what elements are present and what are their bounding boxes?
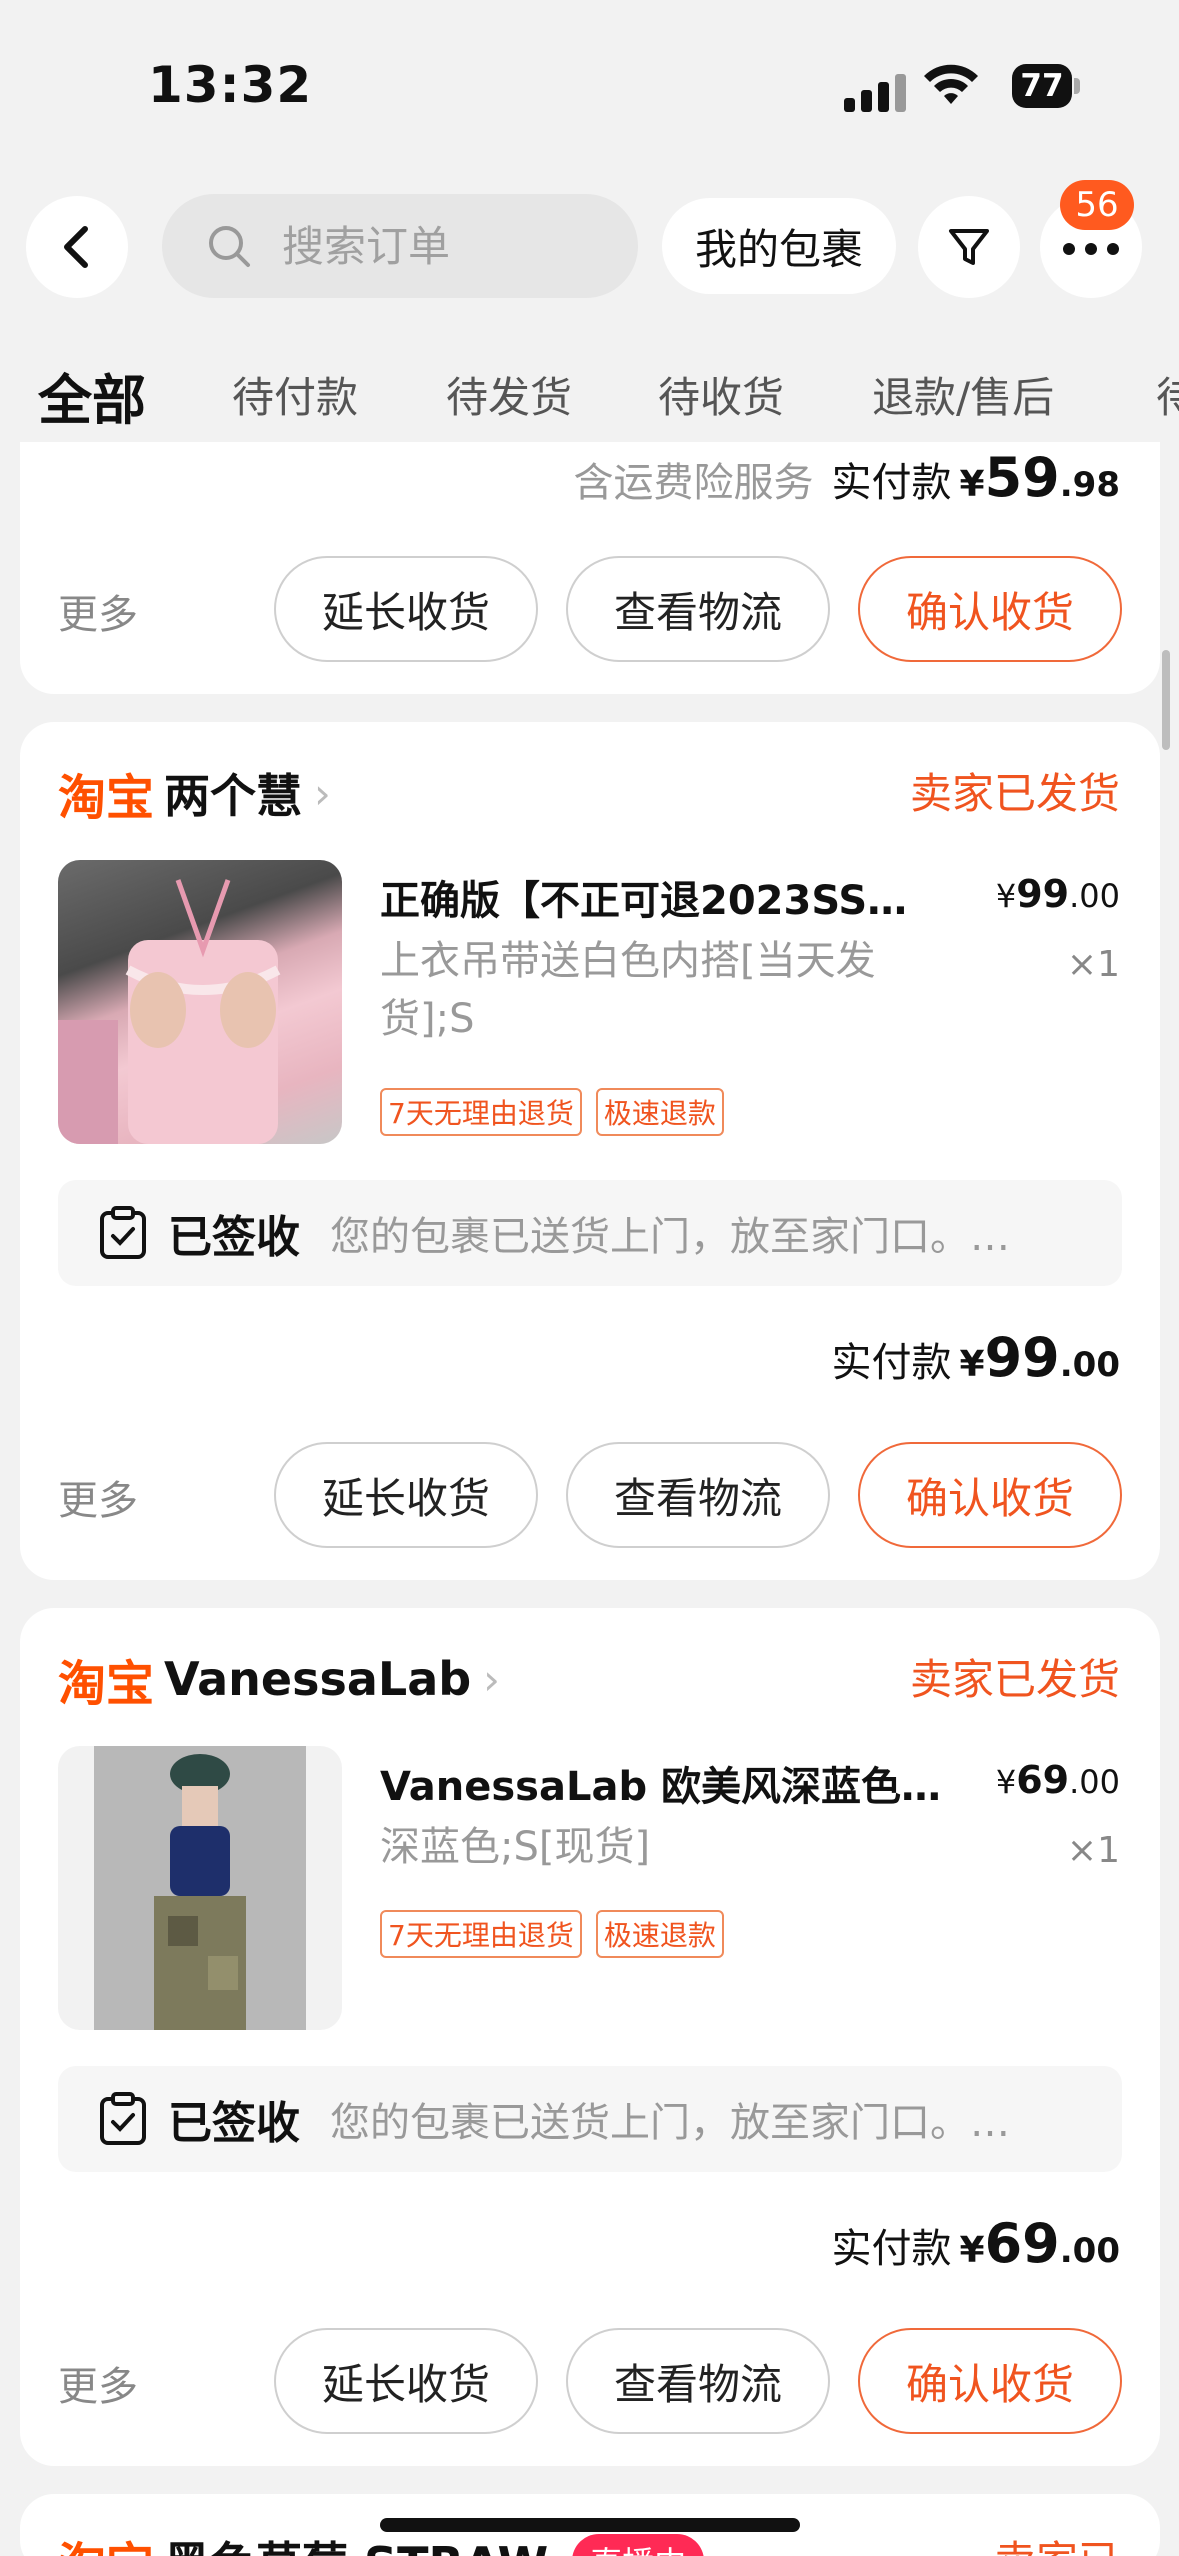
taobao-logo: 淘宝 [58,770,155,826]
shop-header[interactable]: 淘宝 两个慧 › [58,758,331,828]
tag-fast-refund: 极速退款 [595,1910,724,1958]
pay-int: 59 [984,446,1060,509]
search-icon [209,226,250,267]
order-status: 卖家已 [994,2528,1120,2556]
pay-dec: .00 [1059,1345,1120,1385]
product-title[interactable]: VanessaLab 欧美风深蓝色… [380,1754,980,1812]
wifi-icon [924,64,978,104]
extend-receipt-button[interactable]: 延长收货 [274,556,538,662]
product-image[interactable] [58,860,342,1144]
shop-name: 两个慧 [164,769,303,823]
scrollbar[interactable] [1162,650,1170,750]
confirm-receipt-button[interactable]: 确认收货 [858,2328,1122,2434]
my-packages-button[interactable]: 我的包裹 [662,198,896,294]
clipboard-check-icon [100,2092,146,2145]
pay-total: 含运费险服务 实付款 ¥ 59 .98 [574,446,1120,509]
back-button[interactable] [26,196,128,298]
service-tags: 7天无理由退货 极速退款 [380,1088,738,1136]
tag-7day-return: 7天无理由退货 [380,1088,582,1136]
view-logistics-button[interactable]: 查看物流 [566,556,830,662]
chevron-right-icon: › [483,1654,500,1704]
order-card: 淘宝 两个慧 › 卖家已发货 正确版【不正可退2023SS… ¥99.00 上衣… [20,722,1160,1580]
shop-name: 黑色草莓 STRAW [164,2528,548,2556]
service-tags: 7天无理由退货 极速退款 [380,1910,738,1958]
pay-int: 69 [984,2212,1060,2275]
chevron-left-icon [64,226,88,268]
more-link[interactable]: 更多 [58,1468,138,1526]
cellular-signal-icon [844,66,908,112]
tab-all[interactable]: 全部 [38,356,146,435]
logistics-summary[interactable]: 已签收 您的包裹已送货上门，放至家门口。… [58,2066,1122,2172]
more-link[interactable]: 更多 [58,2354,138,2412]
order-card: 淘宝 VanessaLab › 卖家已发货 VanessaLab 欧美风深蓝色…… [20,1608,1160,2466]
extend-receipt-button[interactable]: 延长收货 [274,2328,538,2434]
view-logistics-button[interactable]: 查看物流 [566,2328,830,2434]
product-photo [94,1746,306,2030]
status-time: 13:32 [148,56,313,114]
view-logistics-button[interactable]: 查看物流 [566,1442,830,1548]
product-spec: 深蓝色;S[现货] [380,1824,651,1870]
order-tabs: 全部 待付款 待发货 待收货 退款/售后 待 [0,350,1179,440]
logistics-title: 已签收 [168,2098,300,2149]
tab-pending-receipt[interactable]: 待收货 [658,364,784,425]
logistics-summary[interactable]: 已签收 您的包裹已送货上门，放至家门口。… [58,1180,1122,1286]
product-spec: 上衣吊带送白色内搭[当天发货];S [380,938,876,1042]
logistics-desc: 您的包裹已送货上门，放至家门口。… [330,2100,1010,2146]
shop-header[interactable]: 淘宝 VanessaLab › [58,1644,500,1714]
product-image[interactable] [58,1746,342,2030]
currency: ¥ [959,464,985,505]
logistics-desc: 您的包裹已送货上门，放至家门口。… [330,1214,1010,1260]
tab-more[interactable]: 待 [1156,364,1179,425]
message-badge: 56 [1060,180,1134,230]
confirm-receipt-button[interactable]: 确认收货 [858,556,1122,662]
confirm-receipt-button[interactable]: 确认收货 [858,1442,1122,1548]
search-bar[interactable] [162,194,638,298]
filter-icon [949,229,989,265]
product-qty: ×1 [1066,944,1120,985]
order-status: 卖家已发货 [909,769,1120,818]
product-photo [58,879,281,1144]
product-qty: ×1 [1066,1830,1120,1871]
taobao-logo: 淘宝 [58,1656,155,1712]
more-dots-icon [1063,243,1119,255]
battery-icon: 77 [1012,64,1072,108]
logistics-title: 已签收 [168,1212,300,1263]
tab-pending-payment[interactable]: 待付款 [232,364,358,425]
price-dec: .00 [1069,877,1120,915]
clipboard-check-icon [100,1206,146,1259]
tag-fast-refund: 极速退款 [595,1088,724,1136]
shop-name: VanessaLab [164,1652,472,1706]
pay-dec: .98 [1059,465,1120,505]
pay-int: 99 [984,1326,1060,1389]
tab-refund[interactable]: 退款/售后 [872,364,1054,425]
pay-dec: .00 [1059,2231,1120,2271]
product-price: ¥99.00 [995,872,1120,916]
live-badge: 直播中 [572,2534,705,2556]
pay-total: 实付款 ¥ 99 .00 [831,1326,1120,1389]
product-title[interactable]: 正确版【不正可退2023SS… [380,868,980,926]
price-int: 99 [1016,872,1070,916]
pay-label: 实付款 [831,1340,952,1386]
home-indicator[interactable] [380,2518,800,2532]
order-card-partial: 含运费险服务 实付款 ¥ 59 .98 更多 延长收货 查看物流 确认收货 [20,442,1160,694]
extend-receipt-button[interactable]: 延长收货 [274,1442,538,1548]
search-input[interactable] [282,221,582,271]
tag-7day-return: 7天无理由退货 [380,1910,582,1958]
pay-label: 实付款 [831,460,952,506]
shipping-insurance-note: 含运费险服务 [573,460,814,506]
pay-total: 实付款 ¥ 69 .00 [831,2212,1120,2275]
battery-tip [1074,78,1080,94]
taobao-logo: 淘宝 [58,2526,154,2556]
more-link[interactable]: 更多 [58,582,138,640]
price-dec: .00 [1069,1763,1120,1801]
tab-pending-shipment[interactable]: 待发货 [446,364,572,425]
order-status: 卖家已发货 [909,1655,1120,1704]
chevron-right-icon: › [314,768,331,818]
price-int: 69 [1016,1758,1070,1802]
filter-button[interactable] [918,196,1020,298]
product-price: ¥69.00 [995,1758,1120,1802]
pay-label: 实付款 [831,2226,952,2272]
